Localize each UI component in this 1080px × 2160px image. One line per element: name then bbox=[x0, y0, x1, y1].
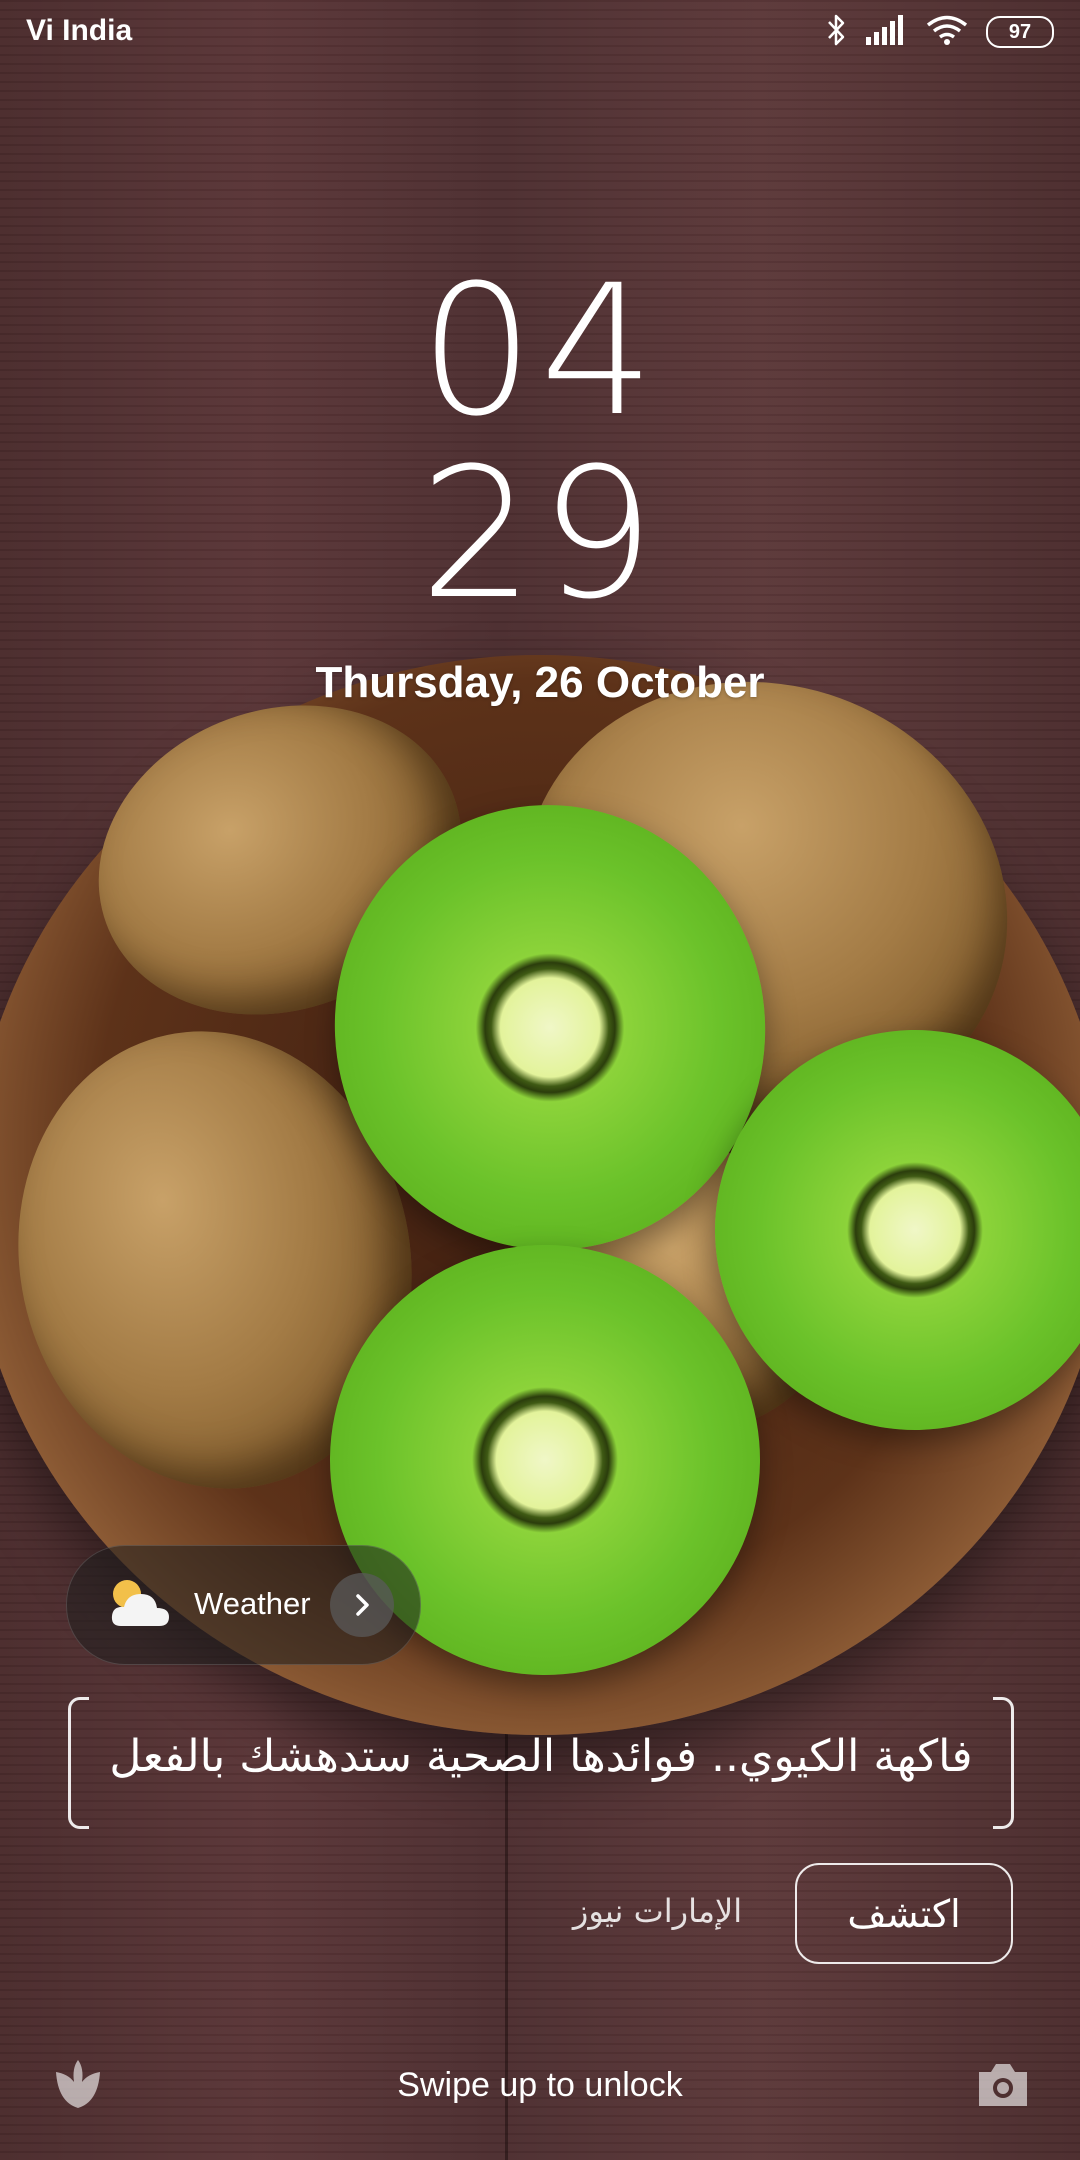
status-icons: 97 bbox=[826, 12, 1054, 52]
status-bar: Vi India 97 bbox=[0, 0, 1080, 66]
camera-icon[interactable] bbox=[975, 2060, 1031, 2113]
signal-icon bbox=[866, 14, 908, 50]
discover-button[interactable]: اكتشف bbox=[795, 1863, 1013, 1964]
wifi-icon bbox=[926, 14, 968, 51]
news-card-border-right bbox=[993, 1697, 1014, 1829]
news-headline[interactable]: فاكهة الكيوي.. فوائدها الصحية ستدهشك بال… bbox=[108, 1731, 974, 1782]
date-label: Thursday, 26 October bbox=[315, 658, 765, 707]
lock-screen: Vi India 97 04 29 Thursday, 26 October W… bbox=[0, 0, 1080, 2160]
swipe-up-hint: Swipe up to unlock bbox=[397, 2066, 683, 2104]
carrier-name: Vi India bbox=[26, 14, 133, 47]
news-card-border-left bbox=[68, 1697, 89, 1829]
clock-minute: 29 bbox=[419, 430, 661, 639]
clock-hour: 04 bbox=[419, 247, 661, 456]
weather-label: Weather bbox=[194, 1586, 311, 1621]
cloud-sun-icon bbox=[107, 1576, 173, 1637]
battery-icon: 97 bbox=[986, 16, 1054, 48]
chevron-right-icon[interactable] bbox=[330, 1573, 394, 1637]
news-card[interactable]: فاكهة الكيوي.. فوائدها الصحية ستدهشك بال… bbox=[68, 1697, 1014, 1829]
bluetooth-icon bbox=[826, 13, 848, 52]
news-source: الإمارات نيوز bbox=[572, 1892, 743, 1930]
weather-widget[interactable]: Weather bbox=[66, 1545, 421, 1665]
